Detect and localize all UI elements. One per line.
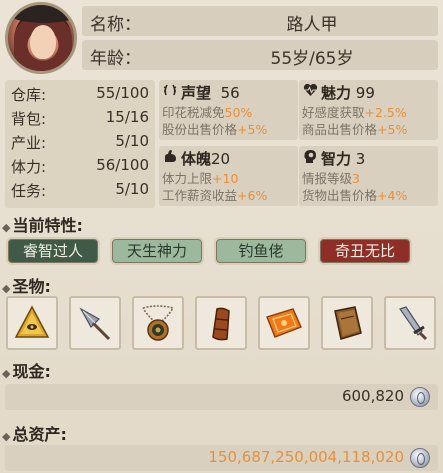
relic-slot[interactable] (384, 296, 436, 350)
relic-slot[interactable] (258, 296, 310, 350)
reputation-card[interactable]: 声望 56 印花税减免50% 股份出售价格+5% (159, 80, 298, 140)
traits-section-title: ◆ 当前特性: (2, 216, 83, 235)
trait-badge[interactable]: 钓鱼佬 (214, 237, 308, 265)
broken-sword-relic-icon (399, 306, 428, 341)
attr-line: 货物出售价格+4% (302, 188, 408, 203)
attr-line: 商品出售价格+5% (302, 122, 408, 137)
stat-label: 产业: (11, 134, 47, 152)
stat-label: 仓库: (11, 86, 47, 104)
attr-name: 魅力 (321, 84, 352, 102)
trait-badge[interactable]: 睿智过人 (6, 237, 100, 265)
cash-bar: 600,820 (5, 384, 438, 410)
trait-badge[interactable]: 奇丑无比 (318, 237, 412, 265)
stat-label: 任务: (11, 182, 47, 200)
attr-line: 股份出售价格+5% (162, 122, 268, 137)
relic-slot[interactable] (6, 296, 58, 350)
attr-value: 99 (355, 84, 375, 102)
attr-name: 智力 (321, 150, 352, 168)
name-label: 名称： (90, 15, 141, 35)
character-panel: 名称： 路人甲 年龄： 55岁/65岁 仓库: 55/100 背包: 15/16… (0, 0, 443, 473)
old-book-relic-icon (334, 306, 362, 340)
physique-card[interactable]: 体魄20 体力上限+10 工作薪资收益+6% (159, 146, 298, 206)
attr-value: 20 (211, 150, 231, 168)
attr-value: 3 (355, 150, 366, 168)
attr-line: 工作薪资收益+6% (162, 188, 268, 203)
attr-value: 56 (220, 84, 240, 102)
assets-amount: 150,687,250,004,118,020 (208, 448, 404, 466)
amulet-relic-icon (142, 305, 175, 341)
diamond-bullet-icon: ◆ (2, 282, 11, 295)
orange-cloth-relic-icon (266, 308, 302, 338)
assets-section-title: ◆ 总资产: (2, 425, 67, 444)
relic-slot[interactable] (132, 296, 184, 350)
attr-name: 声望 (181, 84, 212, 102)
stat-label: 体力: (11, 158, 47, 176)
stat-value: 15/16 (105, 108, 149, 126)
intellect-card[interactable]: 智力 3 情报等级3 货物出售价格+4% (299, 146, 438, 206)
stat-storage: 仓库: 55/100 (11, 84, 151, 106)
cash-section-title: ◆ 现金: (2, 362, 51, 381)
age-label: 年龄： (90, 49, 141, 69)
spear-head-relic-icon (79, 307, 111, 341)
flexed-arm-icon (163, 149, 178, 167)
relic-slot[interactable] (195, 296, 247, 350)
stat-label: 背包: (11, 110, 47, 128)
traits-list: 睿智过人 天生神力 钓鱼佬 奇丑无比 (6, 237, 438, 267)
relic-slot[interactable] (69, 296, 121, 350)
diamond-bullet-icon: ◆ (2, 221, 11, 234)
coin-icon (410, 387, 430, 407)
pyramid-eye-relic-icon (14, 305, 50, 338)
brain-head-icon (303, 149, 318, 168)
diamond-bullet-icon: ◆ (2, 367, 11, 380)
character-name: 路人甲 (286, 15, 338, 35)
stat-backpack: 背包: 15/16 (11, 108, 151, 130)
heart-pulse-icon (303, 83, 318, 101)
diamond-bullet-icon: ◆ (2, 430, 11, 443)
relics-section-title: ◆ 圣物: (2, 277, 51, 296)
charm-card[interactable]: 魅力 99 好感度获取+2.5% 商品出售价格+5% (299, 80, 438, 140)
leather-bracer-relic-icon (212, 307, 230, 341)
character-portrait (5, 2, 77, 74)
trait-badge[interactable]: 天生神力 (110, 237, 204, 265)
stat-value: 5/10 (115, 180, 149, 198)
stat-tasks: 任务: 5/10 (11, 180, 151, 202)
age-row: 年龄： 55岁/65岁 (82, 40, 438, 70)
stats-box: 仓库: 55/100 背包: 15/16 产业: 5/10 体力: 56/100… (5, 80, 155, 208)
relic-slot[interactable] (321, 296, 373, 350)
stat-property: 产业: 5/10 (11, 132, 151, 154)
stat-value: 56/100 (96, 156, 149, 174)
attr-name: 体魄 (181, 150, 212, 168)
name-row: 名称： 路人甲 (82, 6, 438, 36)
stat-value: 5/10 (115, 132, 149, 150)
assets-bar: 150,687,250,004,118,020 (5, 445, 438, 471)
stat-value: 55/100 (96, 84, 149, 102)
laurel-icon (163, 83, 177, 101)
character-age: 55岁/65岁 (270, 49, 354, 69)
cash-amount: 600,820 (341, 387, 404, 405)
stat-stamina: 体力: 56/100 (11, 156, 151, 178)
coin-icon (410, 448, 430, 468)
